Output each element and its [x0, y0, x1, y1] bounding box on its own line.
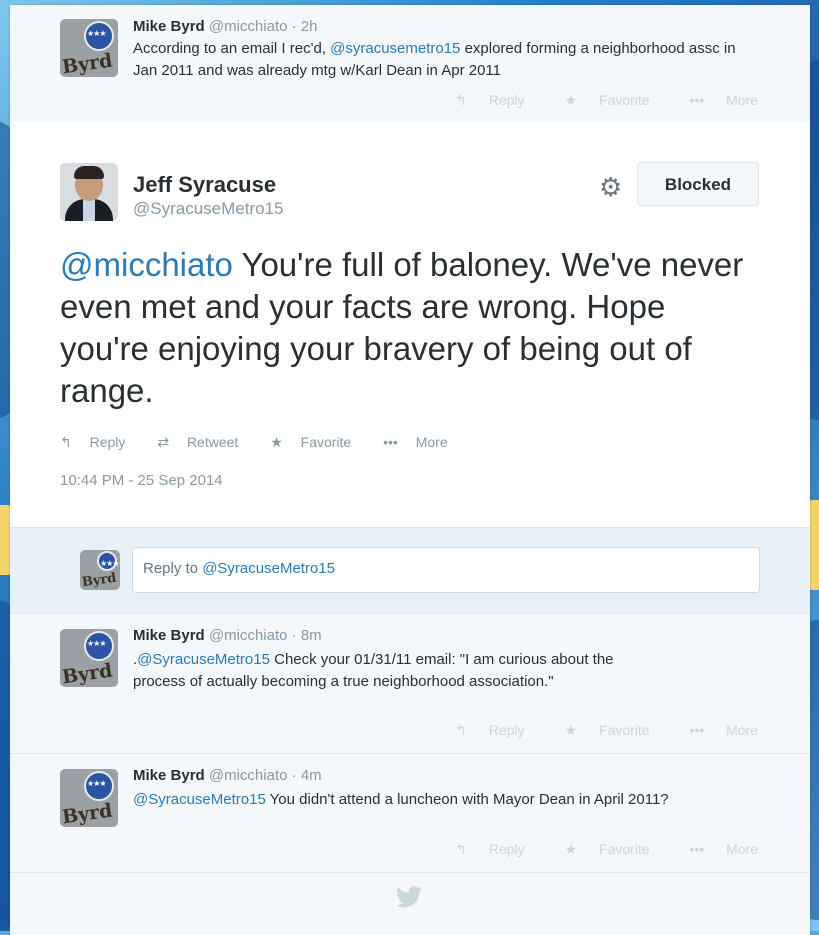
tennessee-flag-icon [84, 771, 114, 801]
author-handle[interactable]: @micchiato [209, 767, 288, 784]
tweet-text: .@SyracuseMetro15 Check your 01/31/11 em… [133, 651, 614, 690]
avatar[interactable]: Byrd [60, 19, 118, 77]
author-handle[interactable]: @micchiato [209, 627, 288, 644]
star-icon: ★ [270, 434, 283, 450]
tweet-actions: ↰ Reply ★ Favorite ••• More [419, 722, 758, 739]
mention-link[interactable]: @micchiato [60, 246, 233, 283]
reply-button[interactable]: ↰ Reply [60, 434, 139, 450]
tweet-timestamp[interactable]: 10:44 PM - 25 Sep 2014 [60, 472, 223, 489]
tweet-header: Mike Byrd @micchiato · 2h [133, 18, 318, 35]
avatar: Byrd [80, 550, 120, 590]
tweet-item[interactable]: Byrd Mike Byrd @micchiato · 8m .@Syracus… [10, 614, 810, 754]
avatar[interactable] [60, 163, 118, 221]
tweet-text: @SyracuseMetro15 You didn't attend a lun… [133, 791, 669, 808]
mention-link[interactable]: @syracusemetro15 [330, 40, 460, 57]
avatar[interactable]: Byrd [60, 629, 118, 687]
reply-button[interactable]: ↰ Reply [437, 841, 524, 857]
star-icon: ★ [564, 92, 578, 108]
tweet-actions: ↰ Reply ⇄ Retweet ★ Favorite ••• More [60, 434, 476, 451]
tweet-text: According to an email I rec'd, @syracuse… [133, 40, 736, 79]
author-handle[interactable]: @micchiato [209, 18, 288, 35]
tennessee-flag-icon [84, 631, 114, 661]
favorite-button[interactable]: ★ Favorite [547, 722, 650, 738]
favorite-button[interactable]: ★ Favorite [270, 434, 365, 450]
tennessee-flag-icon [97, 551, 119, 571]
tweet-time[interactable]: 8m [301, 627, 322, 644]
favorite-button[interactable]: ★ Favorite [547, 92, 650, 108]
gear-icon[interactable]: ⚙ [599, 172, 622, 203]
reply-composer: Byrd Reply to @SyracuseMetro15 [10, 528, 810, 614]
more-button[interactable]: ••• More [671, 722, 758, 738]
tweet-time[interactable]: 2h [301, 18, 318, 35]
tennessee-flag-icon [84, 21, 114, 51]
more-icon: ••• [689, 92, 705, 108]
tweet-item[interactable]: Byrd Mike Byrd @micchiato · 2h According… [10, 5, 810, 123]
tweet-time[interactable]: 4m [301, 767, 322, 784]
more-button[interactable]: ••• More [383, 434, 462, 450]
reply-icon: ↰ [60, 434, 72, 450]
star-icon: ★ [564, 841, 578, 857]
blocked-button[interactable]: Blocked [637, 162, 759, 206]
retweet-icon: ⇄ [157, 434, 170, 450]
tweet-actions: ↰ Reply ★ Favorite ••• More [419, 841, 758, 858]
tweet-header: Mike Byrd @micchiato · 4m [133, 767, 322, 784]
author-name[interactable]: Mike Byrd [133, 767, 205, 784]
twitter-bird-icon [396, 886, 422, 915]
tweet-actions: ↰ Reply ★ Favorite ••• More [419, 92, 758, 109]
reply-icon: ↰ [455, 841, 467, 857]
more-icon: ••• [689, 841, 705, 857]
author-name[interactable]: Jeff Syracuse [133, 172, 276, 198]
mention-link[interactable]: @SyracuseMetro15 [133, 791, 266, 808]
favorite-button[interactable]: ★ Favorite [547, 841, 650, 857]
reply-icon: ↰ [455, 722, 467, 738]
more-button[interactable]: ••• More [671, 841, 758, 857]
main-tweet: Jeff Syracuse @SyracuseMetro15 ⚙ Blocked… [10, 122, 810, 528]
star-icon: ★ [564, 722, 578, 738]
avatar[interactable]: Byrd [60, 769, 118, 827]
reply-button[interactable]: ↰ Reply [437, 722, 524, 738]
author-handle[interactable]: @SyracuseMetro15 [133, 199, 284, 219]
author-name[interactable]: Mike Byrd [133, 18, 205, 35]
author-name[interactable]: Mike Byrd [133, 627, 205, 644]
more-icon: ••• [689, 722, 705, 738]
reply-input[interactable]: Reply to @SyracuseMetro15 [132, 547, 760, 593]
tweet-header: Mike Byrd @micchiato · 8m [133, 627, 322, 644]
reply-icon: ↰ [455, 92, 467, 108]
more-button[interactable]: ••• More [671, 92, 758, 108]
tweet-text: @micchiato You're full of baloney. We've… [60, 246, 744, 409]
retweet-button[interactable]: ⇄ Retweet [157, 434, 252, 450]
conversation-panel: Byrd Mike Byrd @micchiato · 2h According… [10, 5, 810, 935]
mention-link[interactable]: @SyracuseMetro15 [137, 651, 270, 668]
tweet-item[interactable]: Byrd Mike Byrd @micchiato · 4m @Syracuse… [10, 754, 810, 873]
reply-button[interactable]: ↰ Reply [437, 92, 524, 108]
more-icon: ••• [383, 434, 398, 450]
